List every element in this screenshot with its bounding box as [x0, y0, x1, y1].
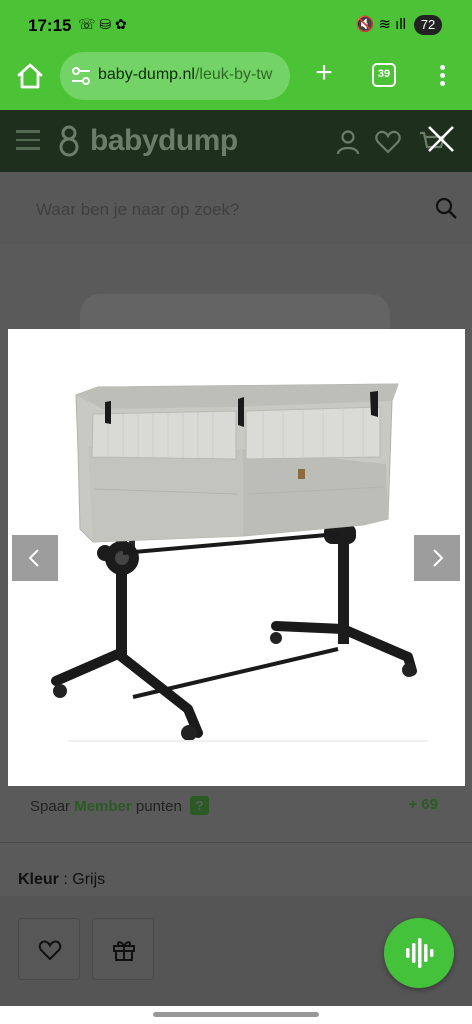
product-image-lightbox — [8, 329, 465, 786]
system-navigation-bar — [0, 1006, 472, 1024]
product-page-background — [0, 244, 472, 329]
account-icon[interactable] — [334, 128, 362, 156]
notification-icons: ☏ ⛁ ✿ — [78, 16, 127, 32]
points-suffix: punten — [135, 798, 182, 815]
search-input[interactable]: Waar ben je naar op zoek? — [18, 184, 464, 232]
points-value: + 69 — [408, 796, 438, 813]
next-image-button[interactable] — [414, 535, 460, 581]
product-image-hint — [80, 294, 390, 329]
home-gesture-handle[interactable] — [153, 1012, 319, 1017]
color-value: Grijs — [72, 871, 106, 888]
browser-toolbar: baby-dump.nl/leuk-by-tw + 39 — [0, 50, 472, 110]
status-time: 17:15 — [28, 16, 72, 35]
voice-assistant-button[interactable] — [384, 918, 454, 988]
home-icon[interactable] — [14, 60, 46, 92]
color-label: Kleur — [18, 871, 59, 888]
favorite-button[interactable] — [18, 918, 80, 980]
browser-menu-button[interactable] — [432, 62, 452, 90]
points-prefix: Spaar — [30, 798, 71, 815]
site-header: babydump — [0, 110, 472, 172]
system-icons: 🔇 ≋ ıll — [355, 16, 406, 33]
babydump-logo-icon — [59, 125, 79, 157]
gift-icon — [113, 941, 135, 961]
hamburger-menu-icon[interactable] — [16, 130, 40, 150]
search-section: Waar ben je naar op zoek? — [0, 172, 472, 244]
heart-icon — [38, 940, 62, 961]
color-selection: Kleur : Grijs — [18, 871, 105, 889]
url-path: /leuk-by-tw — [194, 66, 273, 83]
search-placeholder: Waar ben je naar op zoek? — [36, 200, 240, 219]
address-bar[interactable]: baby-dump.nl/leuk-by-tw — [60, 52, 290, 100]
battery-icon: 72 — [414, 15, 442, 35]
points-member-label: Member — [74, 798, 132, 815]
color-separator: : — [63, 871, 68, 888]
divider — [0, 842, 472, 843]
status-bar: 17:15 ☏ ⛁ ✿ 🔇 ≋ ıll 72 — [0, 0, 472, 50]
new-tab-button[interactable]: + — [310, 58, 338, 88]
wishlist-heart-icon[interactable] — [374, 128, 402, 156]
url-domain: baby-dump.nl — [98, 66, 195, 83]
gift-button[interactable] — [92, 918, 154, 980]
chevron-left-icon — [28, 549, 39, 567]
site-logo[interactable]: babydump — [90, 124, 238, 158]
chevron-right-icon — [433, 549, 444, 567]
tab-switcher-button[interactable]: 39 — [372, 63, 396, 87]
close-icon[interactable] — [424, 122, 458, 156]
search-icon[interactable] — [434, 196, 458, 220]
bedside-crib-image — [8, 329, 465, 786]
url-text[interactable]: baby-dump.nl/leuk-by-tw — [98, 66, 284, 84]
site-settings-icon[interactable] — [70, 66, 92, 86]
points-help-icon[interactable]: ? — [189, 796, 209, 815]
previous-image-button[interactable] — [12, 535, 58, 581]
member-points-row: Spaar Member punten ? — [30, 796, 209, 815]
audio-wave-icon — [406, 938, 434, 968]
